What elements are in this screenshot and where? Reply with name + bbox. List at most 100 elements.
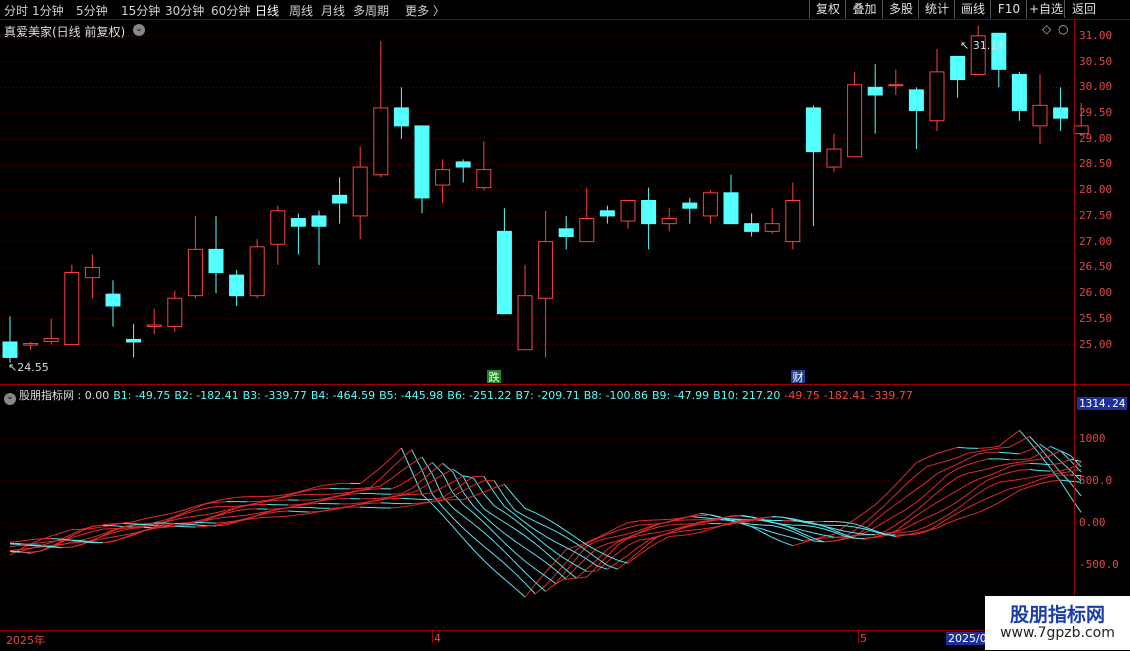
candle[interactable]: [724, 175, 738, 224]
indicator-line-B8: [906, 531, 916, 532]
indicator-line-B8: [1040, 475, 1050, 476]
period-8[interactable]: 月线: [321, 2, 345, 19]
indicator-panel[interactable]: ⌄股朋指标网 : 0.00B1: -49.75B2: -182.41B3: -3…: [0, 384, 1074, 630]
candle[interactable]: [662, 208, 676, 231]
price-tick: 27.50: [1079, 209, 1112, 222]
candle[interactable]: [394, 87, 408, 138]
candle[interactable]: [600, 206, 614, 224]
indicator-line-B1: [896, 474, 906, 485]
candle[interactable]: [848, 72, 862, 157]
candle[interactable]: [539, 211, 553, 358]
candle[interactable]: [930, 49, 944, 131]
period-10[interactable]: 更多 〉: [405, 2, 445, 19]
candle[interactable]: [1033, 74, 1047, 143]
candle[interactable]: [3, 316, 17, 362]
indicator-line-B7: [989, 476, 999, 480]
indicator-line-B9: [1050, 475, 1060, 476]
candle[interactable]: [745, 213, 759, 236]
candle[interactable]: [209, 216, 223, 293]
candle[interactable]: [24, 342, 38, 350]
candle[interactable]: [65, 265, 79, 345]
candle[interactable]: [1054, 87, 1068, 131]
indicator-red-value-0: -49.75: [784, 389, 819, 402]
tag-fall[interactable]: 跌: [489, 370, 500, 384]
indicator-line-B10: [278, 516, 288, 517]
indicator-line-B7: [237, 515, 247, 516]
candle[interactable]: [786, 182, 800, 249]
period-6[interactable]: 日线: [255, 2, 279, 19]
candle[interactable]: [188, 216, 202, 298]
period-9[interactable]: 多周期: [353, 2, 389, 19]
candle[interactable]: [868, 64, 882, 133]
candle[interactable]: [106, 280, 120, 326]
diamond-icon[interactable]: ◇: [1042, 22, 1051, 36]
kline-panel[interactable]: 真爱美家(日线 前复权) ⌄ ↖ 31.17↖24.55跌财 ◇○: [0, 20, 1074, 384]
candle[interactable]: [333, 177, 347, 223]
candle[interactable]: [497, 208, 511, 313]
candle[interactable]: [291, 213, 305, 254]
tag-fin[interactable]: 财: [793, 370, 804, 384]
period-0[interactable]: 分时: [4, 2, 28, 19]
indicator-line-B3: [886, 504, 896, 512]
indicator-line-B3: [494, 542, 504, 552]
candle[interactable]: [271, 206, 285, 265]
candle[interactable]: [168, 291, 182, 332]
indicator-line-B5: [515, 541, 525, 548]
candle[interactable]: [909, 87, 923, 149]
indicator-line-B6: [525, 536, 535, 544]
period-4[interactable]: 30分钟: [165, 2, 204, 19]
toolbar-btn-3[interactable]: 统计: [918, 0, 955, 18]
candle[interactable]: [580, 188, 594, 242]
candle[interactable]: [703, 190, 717, 223]
period-1[interactable]: 1分钟: [32, 2, 64, 19]
candle[interactable]: [436, 159, 450, 203]
toolbar-btn-2[interactable]: 多股: [882, 0, 919, 18]
circle-icon[interactable]: ○: [1058, 22, 1068, 36]
candle[interactable]: [765, 208, 779, 234]
candle[interactable]: [889, 69, 903, 95]
candle[interactable]: [147, 309, 161, 335]
candle[interactable]: [827, 134, 841, 173]
toolbar-btn-5[interactable]: F10: [990, 0, 1027, 18]
price-tick: 26.50: [1079, 260, 1112, 273]
candle[interactable]: [518, 265, 532, 350]
indicator-line-B1: [1009, 430, 1019, 438]
indicator-line-B10: [1019, 487, 1029, 491]
indicator-line-B9: [556, 531, 566, 537]
candle[interactable]: [85, 255, 99, 299]
candle[interactable]: [250, 239, 264, 298]
candle[interactable]: [951, 56, 965, 97]
candle[interactable]: [230, 270, 244, 306]
indicator-line-B9: [51, 540, 61, 541]
toolbar-btn-4[interactable]: 画线: [954, 0, 991, 18]
candle[interactable]: [683, 198, 697, 224]
panel-separator[interactable]: [0, 384, 1074, 385]
toolbar-btn-1[interactable]: 叠加: [845, 0, 883, 18]
toolbar-btn-7[interactable]: 返回: [1064, 0, 1103, 18]
candle[interactable]: [44, 319, 58, 345]
candle[interactable]: [374, 41, 388, 177]
period-3[interactable]: 15分钟: [121, 2, 160, 19]
candle[interactable]: [559, 216, 573, 249]
candle[interactable]: [127, 324, 141, 357]
candle[interactable]: [312, 211, 326, 265]
period-7[interactable]: 周线: [289, 2, 313, 19]
candle[interactable]: [621, 201, 635, 229]
indicator-line-B5: [958, 473, 968, 477]
candle[interactable]: [456, 159, 470, 182]
toolbar-btn-0[interactable]: 复权: [809, 0, 846, 18]
indicator-line-B2: [185, 508, 195, 512]
candle[interactable]: [806, 105, 820, 226]
toolbar-btn-6[interactable]: +自选: [1026, 0, 1065, 18]
period-5[interactable]: 60分钟: [211, 2, 250, 19]
candle[interactable]: [415, 126, 429, 213]
indicator-line-B8: [62, 543, 72, 544]
indicator-line-B7: [978, 480, 988, 487]
indicator-dropdown-icon[interactable]: ⌄: [4, 393, 16, 405]
indicator-line-B10: [1009, 490, 1019, 496]
period-2[interactable]: 5分钟: [76, 2, 108, 19]
candle[interactable]: [477, 141, 491, 190]
candle[interactable]: [353, 146, 367, 239]
indicator-line-B5: [82, 537, 92, 540]
candle[interactable]: [642, 188, 656, 250]
